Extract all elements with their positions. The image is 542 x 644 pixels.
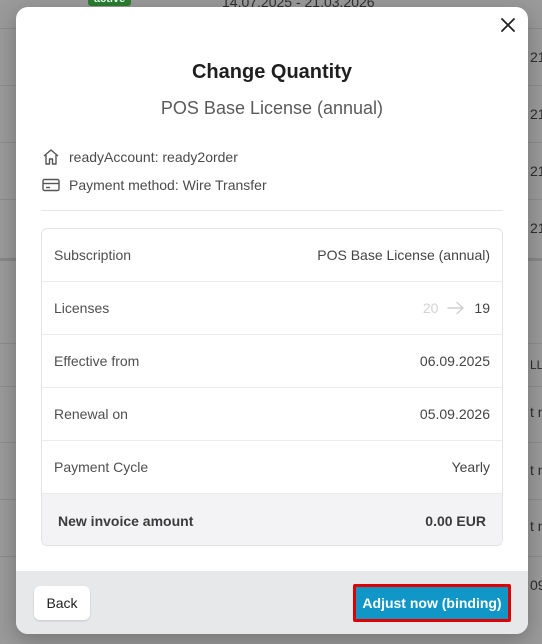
subscription-details-table: Subscription POS Base License (annual) L… [41,228,503,546]
background-cell-fragment: t n [530,404,542,420]
payment-text: Payment method: Wire Transfer [69,177,267,193]
account-info: readyAccount: ready2order [41,147,503,167]
licenses-change: 20 19 [423,300,490,316]
background-cell-fragment: 21.03 [530,163,542,179]
renewal-row: Renewal on 05.09.2026 [42,388,502,441]
row-label: Renewal on [54,406,128,422]
credit-card-icon [41,175,61,195]
home-icon [41,147,61,167]
close-icon [501,18,515,32]
payment-cycle-row: Payment Cycle Yearly [42,441,502,494]
payment-info: Payment method: Wire Transfer [41,175,503,195]
row-value: 06.09.2025 [419,353,490,369]
row-label: Licenses [54,300,110,316]
background-cell-fragment: LL [530,358,542,372]
background-cell-fragment: 21.03 [530,49,542,65]
row-value: 05.09.2026 [419,406,490,422]
change-quantity-dialog: Change Quantity POS Base License (annual… [16,7,528,634]
subscription-row: Subscription POS Base License (annual) [42,229,502,282]
dialog-subtitle: POS Base License (annual) [160,98,384,118]
close-button[interactable] [498,15,518,35]
licenses-row: Licenses 20 19 [42,282,502,335]
back-button[interactable]: Back [34,586,90,620]
row-value: POS Base License (annual) [317,247,490,263]
background-cell-fragment: 21.03 [530,220,542,236]
dialog-title: Change Quantity [191,61,352,83]
invoice-amount: 0.00 EUR [425,512,486,529]
account-text: readyAccount: ready2order [69,149,238,165]
invoice-total-row: New invoice amount 0.00 EUR [42,494,502,545]
new-license-count: 19 [474,300,490,316]
row-label: Payment Cycle [54,459,149,475]
dialog-footer: Back Adjust now (binding) [16,571,528,634]
background-cell-fragment: 09 [530,577,542,593]
row-label: New invoice amount [58,512,194,529]
background-cell-fragment: 21.03 [530,106,542,122]
adjust-now-button[interactable]: Adjust now (binding) [353,584,511,622]
row-label: Subscription [54,247,132,263]
arrow-right-icon [446,301,466,315]
old-license-count: 20 [422,300,439,316]
background-cell-fragment: t n [530,462,542,478]
status-badge: active [88,0,132,6]
effective-from-row: Effective from 06.09.2025 [42,335,502,388]
section-divider [41,210,503,211]
row-value: Yearly [451,459,490,475]
row-label: Effective from [54,353,140,369]
background-cell-fragment: t n [530,518,542,534]
